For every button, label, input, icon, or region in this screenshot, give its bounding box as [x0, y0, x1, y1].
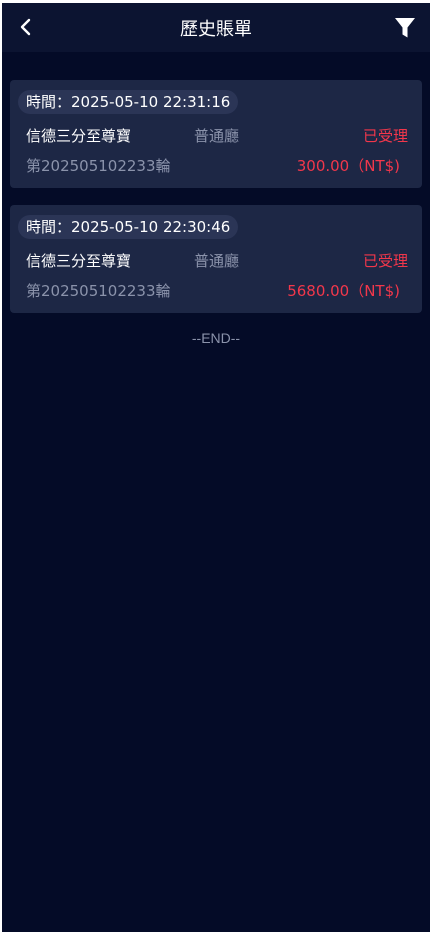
chevron-left-icon — [20, 18, 31, 36]
status-text: 已受理 — [362, 126, 408, 145]
round-number: 第202505102233輪 — [26, 281, 171, 300]
end-of-list-text: --END-- — [191, 330, 241, 346]
bet-amount: 300.00（NT$) — [296, 156, 400, 175]
game-name: 信德三分至尊寶 — [26, 251, 132, 270]
app-screen: 歷史賬單 時間：2025-05-10 22:31:16 信德三分至尊寶 普通廳 … — [2, 3, 430, 932]
funnel-filter-icon — [395, 18, 415, 38]
hall-type: 普通廳 — [194, 126, 240, 145]
bill-card[interactable]: 時間：2025-05-10 22:31:16 信德三分至尊寶 普通廳 已受理 第… — [10, 80, 422, 188]
bill-detail-row: 第202505102233輪 300.00（NT$) — [26, 154, 408, 176]
back-button[interactable] — [12, 13, 40, 41]
bill-info-row: 信德三分至尊寶 普通廳 已受理 — [26, 249, 408, 271]
time-badge: 時間：2025-05-10 22:30:46 — [18, 215, 239, 239]
status-text: 已受理 — [362, 251, 408, 270]
bill-card[interactable]: 時間：2025-05-10 22:30:46 信德三分至尊寶 普通廳 已受理 第… — [10, 205, 422, 313]
top-nav-bar: 歷史賬單 — [2, 3, 430, 52]
page-title: 歷史賬單 — [180, 18, 252, 40]
time-badge: 時間：2025-05-10 22:31:16 — [18, 90, 239, 114]
bill-list: 時間：2025-05-10 22:31:16 信德三分至尊寶 普通廳 已受理 第… — [2, 52, 430, 346]
bill-detail-row: 第202505102233輪 5680.00（NT$) — [26, 279, 408, 301]
round-number: 第202505102233輪 — [26, 156, 171, 175]
bet-amount: 5680.00（NT$) — [287, 281, 400, 300]
hall-type: 普通廳 — [194, 251, 240, 270]
filter-button[interactable] — [390, 13, 420, 43]
game-name: 信德三分至尊寶 — [26, 126, 132, 145]
bill-info-row: 信德三分至尊寶 普通廳 已受理 — [26, 124, 408, 146]
